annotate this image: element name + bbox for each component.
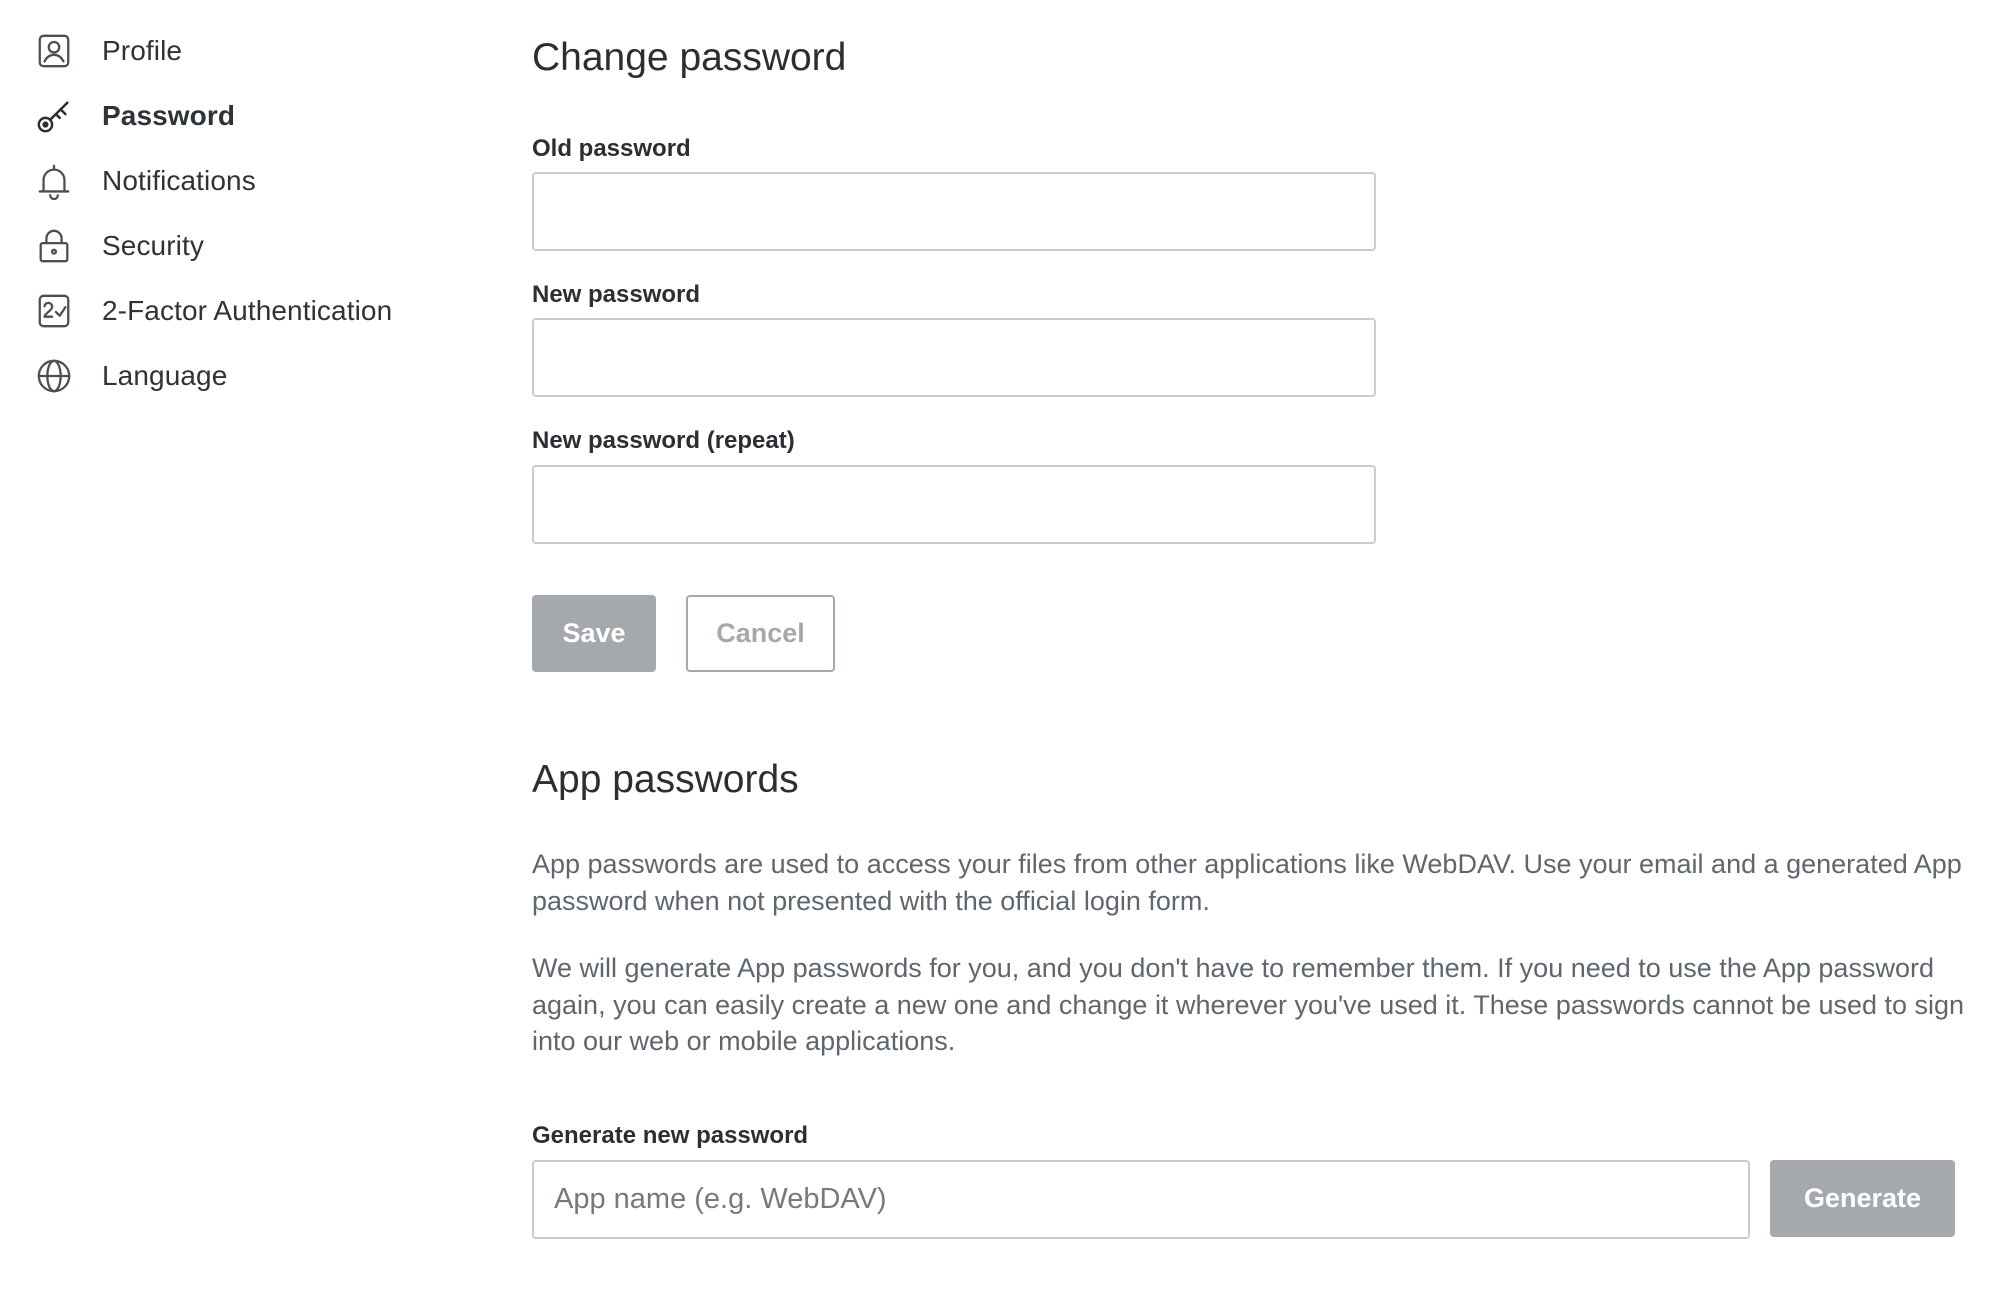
sidebar-item-profile[interactable]: Profile — [34, 18, 474, 83]
repeat-password-label: New password (repeat) — [532, 427, 795, 454]
save-button[interactable]: Save — [532, 595, 656, 672]
change-password-title: Change password — [532, 36, 847, 79]
sidebar-item-label: 2-Factor Authentication — [102, 294, 393, 326]
app-name-input[interactable] — [532, 1160, 1750, 1239]
app-passwords-description-1: App passwords are used to access your fi… — [532, 849, 1962, 916]
sidebar-item-label: Password — [102, 99, 236, 131]
generate-button[interactable]: Generate — [1770, 1160, 1955, 1237]
old-password-label: Old password — [532, 135, 691, 162]
generate-password-label: Generate new password — [532, 1122, 809, 1149]
sidebar-item-label: Profile — [102, 34, 183, 66]
profile-icon — [34, 31, 74, 71]
old-password-input[interactable] — [532, 172, 1376, 251]
cancel-button[interactable]: Cancel — [686, 595, 835, 672]
sidebar-item-2fa[interactable]: 2-Factor Authentication — [34, 278, 474, 343]
new-password-input[interactable] — [532, 318, 1376, 397]
settings-sidebar: Profile Password Notifications Security … — [34, 18, 474, 408]
new-password-label: New password — [532, 281, 701, 308]
app-passwords-description-2: We will generate App passwords for you, … — [532, 953, 1965, 1056]
two-factor-icon — [34, 291, 74, 331]
sidebar-item-security[interactable]: Security — [34, 213, 474, 278]
sidebar-item-notifications[interactable]: Notifications — [34, 148, 474, 213]
sidebar-item-label: Notifications — [102, 164, 256, 196]
sidebar-item-label: Security — [102, 229, 204, 261]
lock-icon — [34, 226, 74, 266]
key-icon — [34, 96, 74, 136]
bell-icon — [34, 161, 74, 201]
sidebar-item-language[interactable]: Language — [34, 343, 474, 408]
sidebar-item-label: Language — [102, 359, 228, 391]
repeat-password-input[interactable] — [532, 465, 1376, 544]
globe-icon — [34, 356, 74, 396]
sidebar-item-password[interactable]: Password — [34, 83, 474, 148]
app-passwords-title: App passwords — [532, 758, 799, 801]
